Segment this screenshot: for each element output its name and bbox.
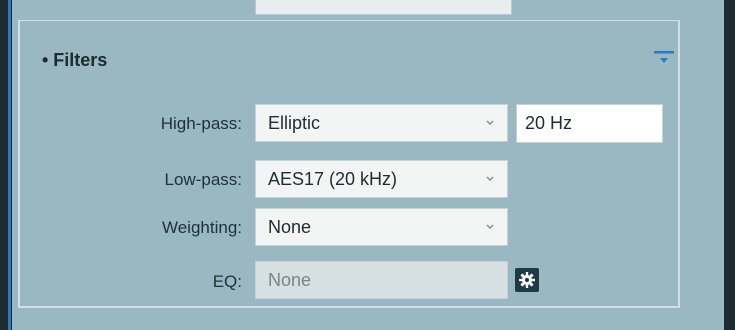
- weighting-value: None: [268, 216, 312, 237]
- high-pass-frequency-input[interactable]: 20 Hz: [516, 104, 663, 143]
- window-right-frame: [724, 0, 735, 330]
- high-pass-label: High-pass:: [160, 114, 242, 133]
- section-divider: [18, 20, 680, 21]
- eq-select: None: [255, 261, 508, 299]
- filters-section-title[interactable]: • Filters: [42, 50, 107, 71]
- window-accent-line: [8, 0, 11, 330]
- previous-field-stub[interactable]: [255, 0, 512, 15]
- high-pass-select[interactable]: Elliptic: [255, 104, 508, 142]
- chevron-down-icon: [486, 176, 494, 181]
- collapse-icon[interactable]: [652, 48, 676, 72]
- high-pass-value: Elliptic: [268, 112, 321, 133]
- chevron-down-icon: [486, 120, 494, 125]
- gear-icon[interactable]: [515, 268, 539, 292]
- eq-value: None: [268, 269, 312, 290]
- chevron-down-icon: [486, 224, 494, 229]
- window-left-frame: [0, 0, 12, 330]
- low-pass-select[interactable]: AES17 (20 kHz): [255, 160, 508, 198]
- weighting-label: Weighting:: [161, 218, 242, 237]
- eq-label: EQ:: [212, 272, 242, 291]
- weighting-select[interactable]: None: [255, 208, 508, 246]
- low-pass-label: Low-pass:: [164, 170, 242, 189]
- low-pass-value: AES17 (20 kHz): [268, 168, 398, 189]
